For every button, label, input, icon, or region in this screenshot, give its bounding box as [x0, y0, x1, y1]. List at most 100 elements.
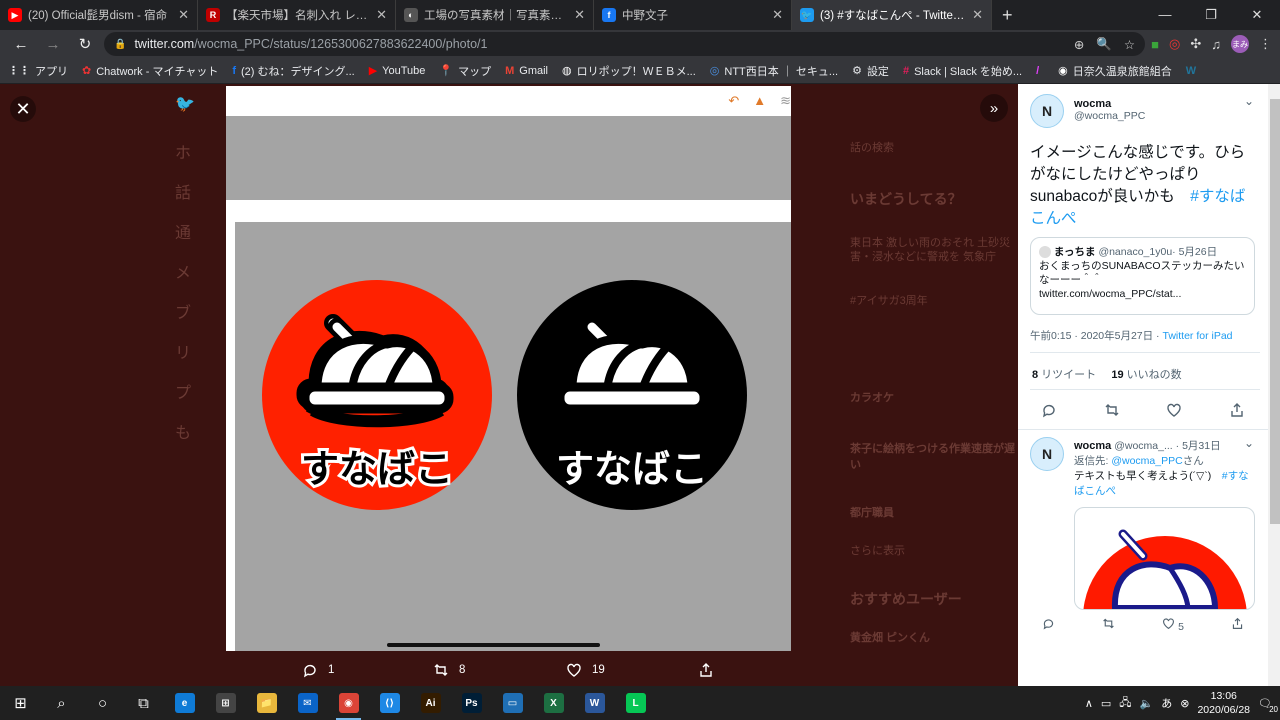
line-icon[interactable]: L	[615, 686, 656, 720]
viewer-reply-action[interactable]: 1	[302, 662, 334, 678]
tweet-source[interactable]: Twitter for iPad	[1162, 330, 1232, 342]
edge-icon[interactable]: e	[164, 686, 205, 720]
vscode-icon[interactable]: ⟨⟩	[369, 686, 410, 720]
maximize-button[interactable]: ❐	[1188, 0, 1234, 30]
zoom-add-icon[interactable]: ⊕	[1074, 37, 1084, 52]
omnibox[interactable]: 🔒 twitter.com/wocma_PPC/status/126530062…	[104, 32, 1146, 56]
network-icon[interactable]: 🖧	[1119, 694, 1131, 713]
close-tab-icon[interactable]: ✕	[376, 7, 387, 23]
reply-author-avatar[interactable]: N	[1030, 437, 1064, 471]
close-viewer-button[interactable]: ✕	[10, 96, 36, 122]
bookmark-item[interactable]: ◉ 日奈久温泉旅館組合	[1058, 63, 1172, 79]
tweet-author-avatar[interactable]: N	[1030, 94, 1064, 128]
bookmark-item[interactable]: f (2) むね：デザイング...	[232, 63, 354, 79]
tweet-text: イメージこんな感じです。ひらがなにしたけどやっぱりsunabacoが良いかも #…	[1030, 142, 1255, 230]
browser-tab[interactable]: ▶ (20) Official髭男dism - 宿命 ✕	[0, 0, 198, 30]
window-icon[interactable]: ▭	[492, 686, 533, 720]
like-count-link[interactable]: 19 いいねの数	[1111, 369, 1181, 381]
chrome-menu-icon[interactable]: ⋮	[1259, 36, 1272, 52]
close-window-button[interactable]: ✕	[1234, 0, 1280, 30]
forward-icon[interactable]: →	[40, 36, 66, 53]
share-button[interactable]	[1229, 402, 1245, 421]
retweet-count-link[interactable]: 8 リツイート	[1032, 369, 1096, 381]
notifications-icon[interactable]: 🗨 20	[1258, 697, 1278, 714]
bg-trend-5: 都庁職員	[850, 507, 894, 519]
office-icon[interactable]: ⊗	[1180, 697, 1189, 710]
start-button[interactable]: ⊞	[0, 686, 41, 720]
word-icon[interactable]: W	[574, 686, 615, 720]
store-icon[interactable]: ⊞	[205, 686, 246, 720]
clock[interactable]: 13:06 2020/06/28	[1197, 689, 1250, 717]
chrome-icon[interactable]: ◉	[328, 686, 369, 720]
chevron-down-icon[interactable]: ⌄	[1244, 436, 1254, 450]
reply-image[interactable]	[1074, 507, 1255, 610]
bookmark-item[interactable]: M Gmail	[505, 65, 548, 77]
reply-like-button[interactable]: 5	[1162, 617, 1184, 633]
reply-reply-button[interactable]	[1042, 617, 1055, 633]
viewer-like-action[interactable]: 19	[566, 662, 605, 678]
minimize-button[interactable]: —	[1142, 0, 1188, 30]
close-tab-icon[interactable]: ✕	[772, 7, 783, 23]
file-explorer-icon[interactable]: 📁	[246, 686, 287, 720]
mail-icon[interactable]: ✉	[287, 686, 328, 720]
excel-icon[interactable]: X	[533, 686, 574, 720]
new-tab-button[interactable]: +	[992, 0, 1023, 30]
ime-icon[interactable]: あ	[1161, 695, 1172, 711]
bookmark-item[interactable]: ◍ ロリポップ！ＷＥＢメ...	[562, 63, 696, 79]
browser-tab[interactable]: f 中野文子 ✕	[594, 0, 792, 30]
bookmark-star-icon[interactable]: ☆	[1124, 37, 1135, 52]
bookmark-item[interactable]: ✿ Chatwork - マイチャット	[82, 63, 218, 79]
expand-panel-button[interactable]: »	[980, 94, 1008, 122]
viewer-retweet-action[interactable]: 8	[433, 662, 465, 678]
panel-scrollbar[interactable]	[1270, 99, 1280, 524]
reload-icon[interactable]: ↻	[72, 35, 98, 53]
bookmark-item[interactable]: ⚙ 設定	[852, 63, 889, 79]
globe-icon: ◉	[1058, 65, 1068, 77]
zoom-icon[interactable]: 🔍	[1096, 37, 1112, 52]
bookmark-item[interactable]: W	[1186, 65, 1201, 77]
reply-date[interactable]: · 5月31日	[1176, 440, 1221, 452]
tweet-photo[interactable]: ↶ ▲ ≋ すなばこ すなばこ	[226, 86, 791, 651]
viewer-share-action[interactable]	[698, 662, 714, 678]
tweet-author-handle[interactable]: @wocma_PPC	[1074, 110, 1145, 122]
search-icon[interactable]: ⌕	[41, 686, 82, 720]
reply-retweet-button[interactable]	[1102, 617, 1115, 633]
ipad-home-indicator	[387, 643, 600, 647]
reply-button[interactable]	[1041, 402, 1057, 421]
illustrator-icon[interactable]: Ai	[410, 686, 451, 720]
close-tab-icon[interactable]: ✕	[574, 7, 585, 23]
close-tab-icon[interactable]: ✕	[972, 7, 983, 23]
reply-author-handle[interactable]: @wocma_...	[1114, 440, 1173, 452]
media-control-icon[interactable]: ♫	[1211, 37, 1221, 52]
chevron-down-icon[interactable]: ⌄	[1244, 94, 1254, 108]
tray-chevron-icon[interactable]: ∧	[1085, 697, 1093, 710]
reply-to-handle[interactable]: @wocma_PPC	[1111, 455, 1182, 467]
battery-icon[interactable]: ▭	[1101, 697, 1111, 710]
cortana-icon[interactable]: ○	[82, 686, 123, 720]
bookmark-item[interactable]: # Slack | Slack を始め...	[903, 63, 1022, 79]
extension-green-icon[interactable]: ■	[1151, 37, 1159, 52]
tweet-author-name[interactable]: wocma	[1074, 98, 1145, 110]
bookmark-item[interactable]: /	[1036, 65, 1044, 77]
extensions-puzzle-icon[interactable]: ✣	[1190, 36, 1201, 52]
like-button[interactable]	[1166, 402, 1182, 421]
photoshop-icon[interactable]: Ps	[451, 686, 492, 720]
profile-avatar[interactable]: まみ	[1231, 35, 1249, 53]
bookmark-item[interactable]: ▶ YouTube	[369, 64, 426, 78]
bookmark-item[interactable]: ◎ NTT西日本 ｜ セキュ...	[710, 63, 838, 79]
browser-tab[interactable]: 🐦 (3) #すなばこんぺ - Twitter検索 / ✕	[792, 0, 992, 30]
reply-author-name[interactable]: wocma	[1074, 440, 1111, 452]
browser-tab[interactable]: R 【楽天市場】名刺入れ レディース かわ ✕	[198, 0, 396, 30]
close-tab-icon[interactable]: ✕	[178, 7, 189, 23]
extension-red-icon[interactable]: ◎	[1169, 36, 1180, 52]
task-view-icon[interactable]: ⧉	[123, 686, 164, 720]
quoted-tweet[interactable]: まっちま @nanaco_1y0u· 5月26日 おくまっちのSUNABACOス…	[1030, 237, 1255, 315]
retweet-button[interactable]	[1104, 402, 1120, 421]
back-icon[interactable]: ←	[8, 36, 34, 53]
browser-tab[interactable]: ◐ 工場の写真素材｜写真素材なら「写 ✕	[396, 0, 594, 30]
twitter-page-background: 🐦 ホ 話 通 メ ブ リ プ も 話の検索 いまどうしてる？ 東日本 激しい雨…	[0, 84, 1018, 686]
bookmark-item[interactable]: 📍 マップ	[439, 63, 491, 79]
reply-share-button[interactable]	[1231, 617, 1244, 633]
volume-icon[interactable]: 🔈	[1140, 697, 1154, 710]
bookmark-item[interactable]: ⋮⋮ アプリ	[8, 63, 68, 79]
